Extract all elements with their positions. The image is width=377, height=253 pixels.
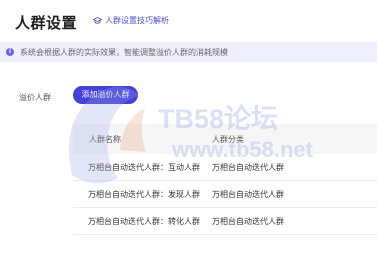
help-link-label[interactable]: 人群设置技巧解析 <box>105 15 169 26</box>
crowd-name-cell: 万相台自动迭代人群：互动人群 <box>88 162 200 172</box>
help-link[interactable]: 人群设置技巧解析 <box>93 15 169 26</box>
add-premium-crowd-button[interactable]: 添加溢价人群 <box>73 86 138 104</box>
page-title: 人群设置 <box>15 14 78 32</box>
column-header-category: 人群分类 <box>212 134 244 144</box>
premium-crowd-label: 溢价人群 <box>19 93 51 102</box>
table-row: 万相台自动迭代人群：互动人群 万相台自动迭代人群 <box>73 154 377 181</box>
crowd-name-cell: 万相台自动迭代人群：发现人群 <box>88 189 200 199</box>
crowd-table: 人群名称 人群分类 万相台自动迭代人群：互动人群 万相台自动迭代人群 万相台自动… <box>73 124 377 235</box>
column-header-name: 人群名称 <box>89 134 121 144</box>
crowd-category-cell: 万相台自动迭代人群 <box>212 216 284 226</box>
crowd-category-cell: 万相台自动迭代人群 <box>212 189 284 199</box>
graduation-cap-icon <box>93 16 102 24</box>
table-header: 人群名称 人群分类 <box>73 124 377 154</box>
info-icon: i <box>6 48 14 56</box>
notice-bar: i 系统会根据人群的实际效果，智能调整溢价人群的消耗规模 <box>0 42 377 62</box>
table-row: 万相台自动迭代人群：转化人群 万相台自动迭代人群 <box>73 208 377 235</box>
crowd-category-cell: 万相台自动迭代人群 <box>212 162 284 172</box>
table-row: 万相台自动迭代人群：发现人群 万相台自动迭代人群 <box>73 181 377 208</box>
crowd-name-cell: 万相台自动迭代人群：转化人群 <box>88 216 200 226</box>
notice-text: 系统会根据人群的实际效果，智能调整溢价人群的消耗规模 <box>20 47 228 57</box>
